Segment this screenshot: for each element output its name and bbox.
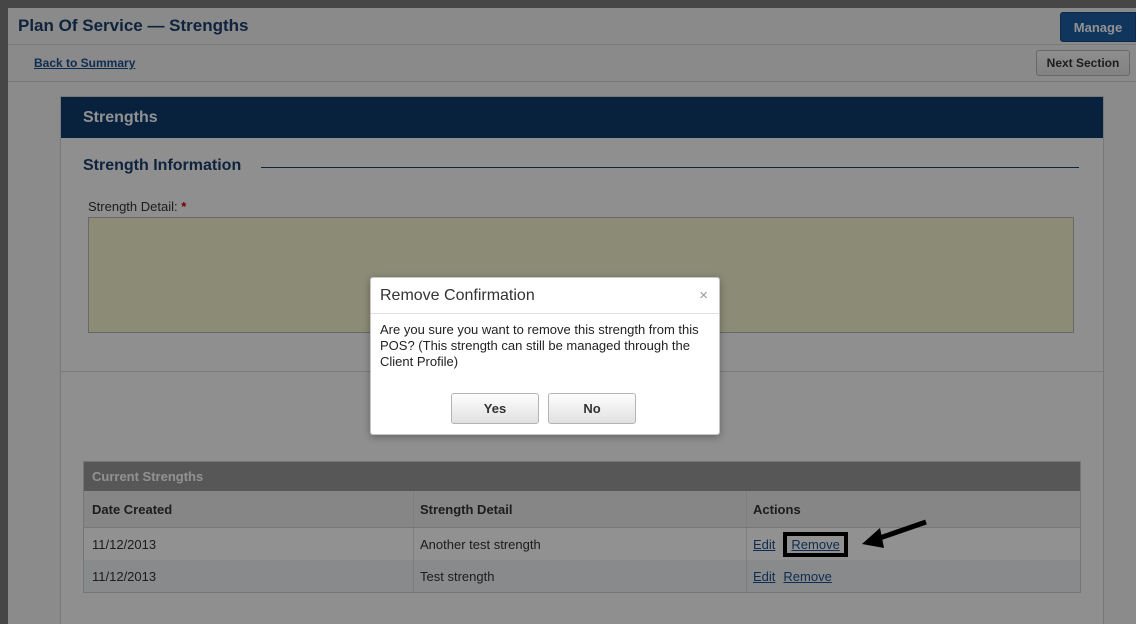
dialog-message: Are you sure you want to remove this str… bbox=[380, 322, 699, 369]
dialog-title: Remove Confirmation bbox=[380, 287, 535, 304]
dialog-header: Remove Confirmation × bbox=[371, 278, 719, 314]
yes-button[interactable]: Yes bbox=[451, 393, 539, 424]
close-icon[interactable]: × bbox=[699, 287, 708, 304]
remove-confirmation-dialog: Remove Confirmation × Are you sure you w… bbox=[370, 277, 720, 435]
no-button[interactable]: No bbox=[548, 393, 636, 424]
